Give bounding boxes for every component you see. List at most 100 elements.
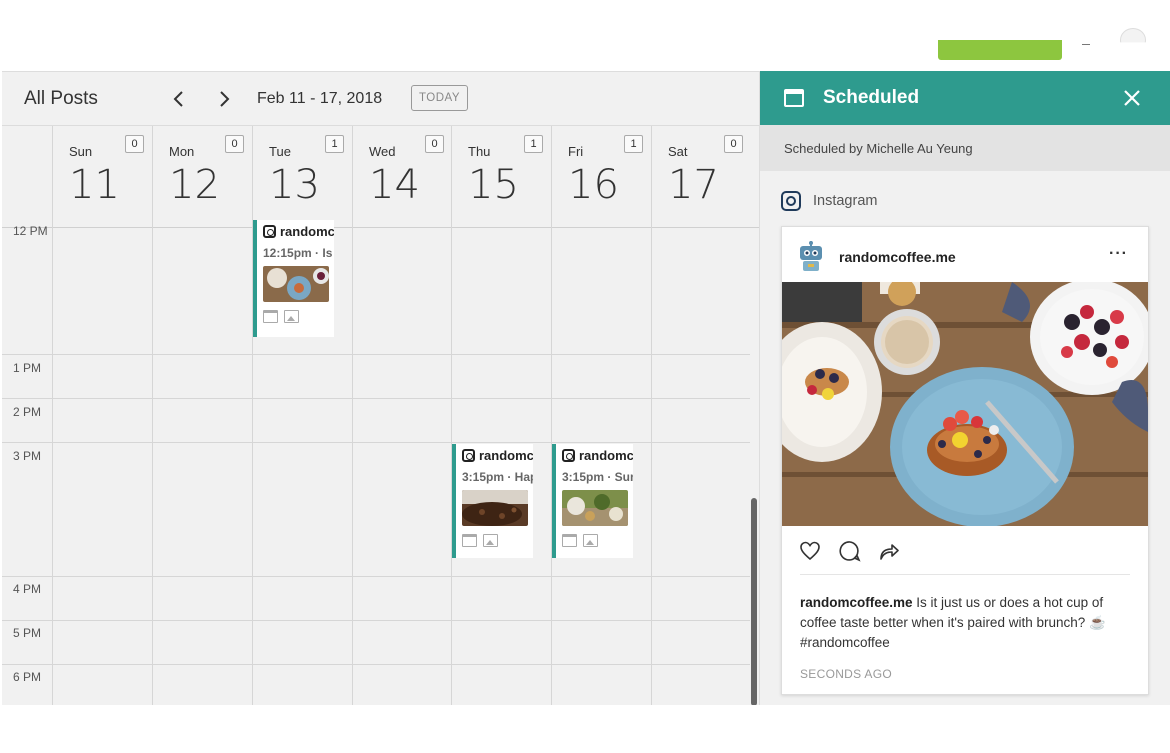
day-header-wed[interactable]: Wed 14 0 [352, 126, 452, 228]
instagram-icon [781, 191, 801, 211]
today-button[interactable]: TODAY [411, 85, 468, 111]
grid-line [2, 620, 750, 621]
calendar-view: All Posts Feb 11 - 17, 2018 TODAY Sun 11… [2, 71, 759, 705]
instagram-icon [462, 449, 475, 462]
day-name: Mon [169, 144, 195, 159]
post-card-title: randomcoffee.me [263, 224, 334, 239]
day-number: 14 [369, 162, 420, 208]
day-number: 13 [269, 162, 320, 208]
primary-action-button[interactable] [938, 40, 1062, 60]
caption-username: randomcoffee.me [800, 595, 913, 610]
day-name: Sun [69, 144, 93, 159]
post-count-badge: 1 [624, 135, 643, 153]
time-label: 1 PM [13, 361, 42, 375]
panel-title: Scheduled [823, 87, 920, 108]
avatar[interactable] [1120, 28, 1146, 43]
grid-line [2, 442, 750, 443]
grid-line [52, 228, 53, 705]
scheduled-panel: Scheduled Scheduled by Michelle Au Yeung… [759, 71, 1170, 705]
day-header-row: Sun 11 0 Mon 12 0 Tue 13 1 Wed 14 0 Thu … [2, 126, 759, 228]
post-username[interactable]: randomcoffee.me [839, 249, 956, 265]
calendar-icon [462, 534, 477, 547]
day-name: Thu [468, 144, 491, 159]
day-name: Sat [668, 144, 688, 159]
day-number: 11 [69, 162, 120, 208]
post-thumbnail [562, 490, 628, 526]
post-timestamp: SECONDS AGO [800, 667, 892, 681]
post-count-badge: 0 [225, 135, 244, 153]
day-header-sat[interactable]: Sat 17 0 [651, 126, 751, 228]
day-number: 16 [568, 162, 619, 208]
panel-header: Scheduled [760, 71, 1170, 125]
grid-line [2, 664, 750, 665]
calendar-icon [562, 534, 577, 547]
day-name: Wed [369, 144, 396, 159]
post-card-account: randomcoffee.me [579, 448, 633, 463]
grid-line [352, 228, 353, 705]
calendar-header: All Posts Feb 11 - 17, 2018 TODAY [2, 72, 759, 126]
day-header-thu[interactable]: Thu 15 1 [451, 126, 551, 228]
chevron-right-icon[interactable] [216, 89, 232, 109]
network-label: Instagram [813, 193, 878, 209]
page-title: All Posts [24, 88, 98, 109]
scheduled-post-card[interactable]: randomcoffee.me 12:15pm · Is it just us [253, 220, 334, 337]
minimize-icon[interactable] [1082, 44, 1090, 45]
post-caption: randomcoffee.me Is it just us or does a … [800, 593, 1140, 653]
comment-icon[interactable] [838, 539, 862, 563]
divider [800, 574, 1130, 575]
calendar-icon [784, 89, 804, 107]
post-count-badge: 0 [125, 135, 144, 153]
time-label: 3 PM [13, 449, 42, 463]
time-label: 6 PM [13, 670, 42, 684]
more-options-icon[interactable]: ··· [1109, 245, 1128, 263]
day-header-fri[interactable]: Fri 16 1 [551, 126, 651, 228]
post-card-title: randomcoffee.me [462, 448, 533, 463]
time-label: 4 PM [13, 582, 42, 596]
day-number: 12 [169, 162, 220, 208]
grid-line [651, 228, 652, 705]
robot-avatar-icon [800, 241, 822, 271]
image-icon [483, 534, 498, 547]
post-card-account: randomcoffee.me [479, 448, 533, 463]
top-bar [0, 0, 1170, 71]
grid-line [2, 576, 750, 577]
post-card-icons [562, 534, 598, 552]
date-range-label: Feb 11 - 17, 2018 [257, 90, 383, 107]
heart-icon[interactable] [798, 539, 822, 563]
day-header-sun[interactable]: Sun 11 0 [52, 126, 152, 228]
day-name: Tue [269, 144, 291, 159]
post-count-badge: 0 [425, 135, 444, 153]
scrollbar[interactable] [751, 498, 757, 705]
image-icon [583, 534, 598, 547]
day-name: Fri [568, 144, 584, 159]
close-icon[interactable] [1123, 89, 1141, 107]
chevron-left-icon[interactable] [171, 89, 187, 109]
post-card-title: randomcoffee.me [562, 448, 633, 463]
day-header-mon[interactable]: Mon 12 0 [152, 126, 252, 228]
scheduled-by-text: Scheduled by Michelle Au Yeung [784, 141, 973, 156]
post-count-badge: 0 [724, 135, 743, 153]
post-thumbnail [462, 490, 528, 526]
grid-line [152, 228, 153, 705]
scheduled-post-card[interactable]: randomcoffee.me 3:15pm · Happy [452, 444, 533, 558]
calendar-icon [263, 310, 278, 323]
time-label: 2 PM [13, 405, 42, 419]
scheduled-post-card[interactable]: randomcoffee.me 3:15pm · Sunday [552, 444, 633, 558]
post-thumbnail [263, 266, 329, 302]
instagram-icon [562, 449, 575, 462]
post-card-time: 3:15pm · Sunday [562, 470, 633, 484]
post-card-time: 3:15pm · Happy [462, 470, 533, 484]
post-card-account: randomcoffee.me [280, 224, 334, 239]
day-number: 15 [468, 162, 519, 208]
post-photo [782, 282, 1148, 526]
day-header-tue[interactable]: Tue 13 1 [252, 126, 352, 228]
grid-line [2, 398, 750, 399]
image-icon [284, 310, 299, 323]
post-count-badge: 1 [524, 135, 543, 153]
post-count-badge: 1 [325, 135, 344, 153]
grid-line [2, 354, 750, 355]
share-icon[interactable] [877, 539, 901, 563]
post-card-icons [263, 310, 299, 328]
instagram-icon [263, 225, 276, 238]
time-grid[interactable]: 12 PM 1 PM 2 PM 3 PM 4 PM 5 PM 6 PM rand… [2, 220, 759, 705]
